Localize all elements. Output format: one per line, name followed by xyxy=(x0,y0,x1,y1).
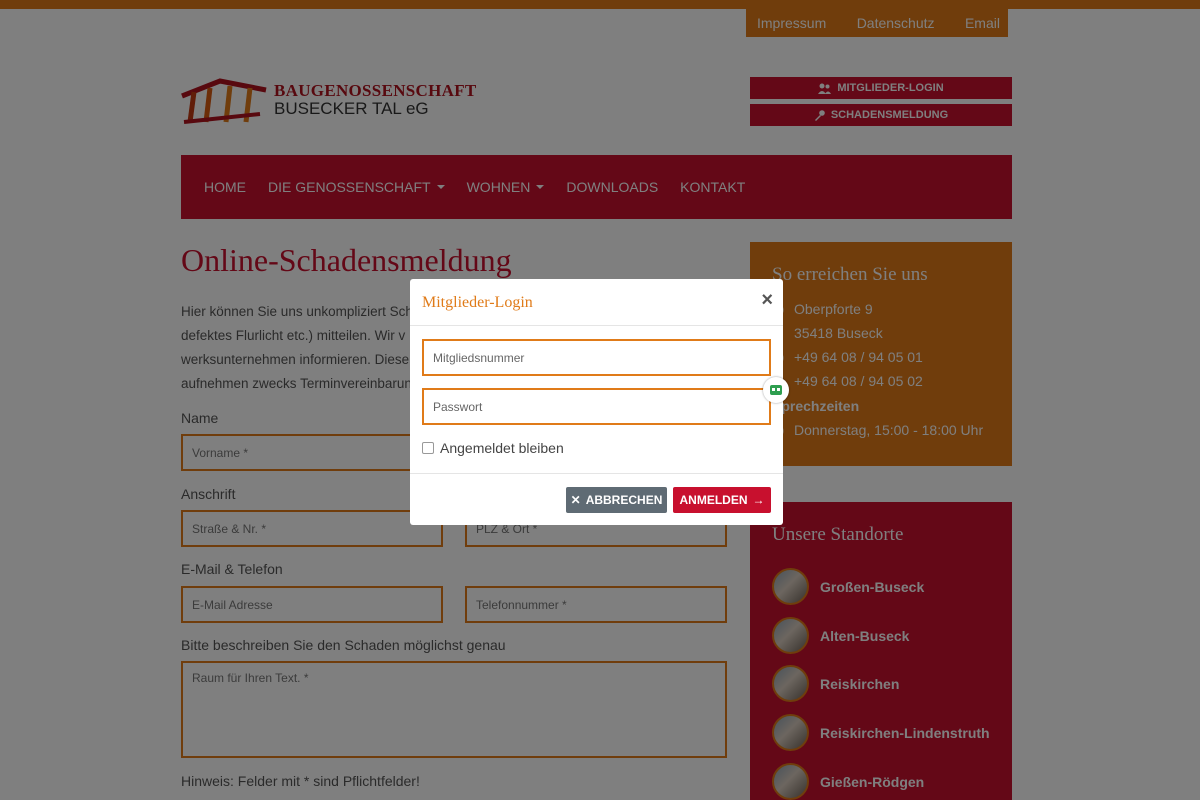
password-manager-icon[interactable] xyxy=(763,377,789,403)
submit-label: ANMELDEN xyxy=(679,493,748,507)
modal-divider xyxy=(410,325,783,326)
remember-me[interactable]: Angemeldet bleiben xyxy=(422,440,564,456)
cancel-button[interactable]: ✕ ABBRECHEN xyxy=(566,487,667,513)
close-icon[interactable]: × xyxy=(761,289,773,312)
remember-label: Angemeldet bleiben xyxy=(440,440,564,456)
member-number-input[interactable]: Mitgliedsnummer xyxy=(422,339,771,376)
password-input[interactable]: Passwort xyxy=(422,388,771,425)
remember-checkbox[interactable] xyxy=(422,442,434,454)
modal-divider xyxy=(410,473,783,474)
login-submit-button[interactable]: ANMELDEN → xyxy=(673,487,771,513)
modal-title: Mitglieder-Login xyxy=(422,294,533,311)
close-x-icon: ✕ xyxy=(570,493,581,507)
arrow-right-icon: → xyxy=(752,493,765,507)
login-modal: Mitglieder-Login × Mitgliedsnummer Passw… xyxy=(410,279,783,525)
cancel-label: ABBRECHEN xyxy=(585,493,663,507)
